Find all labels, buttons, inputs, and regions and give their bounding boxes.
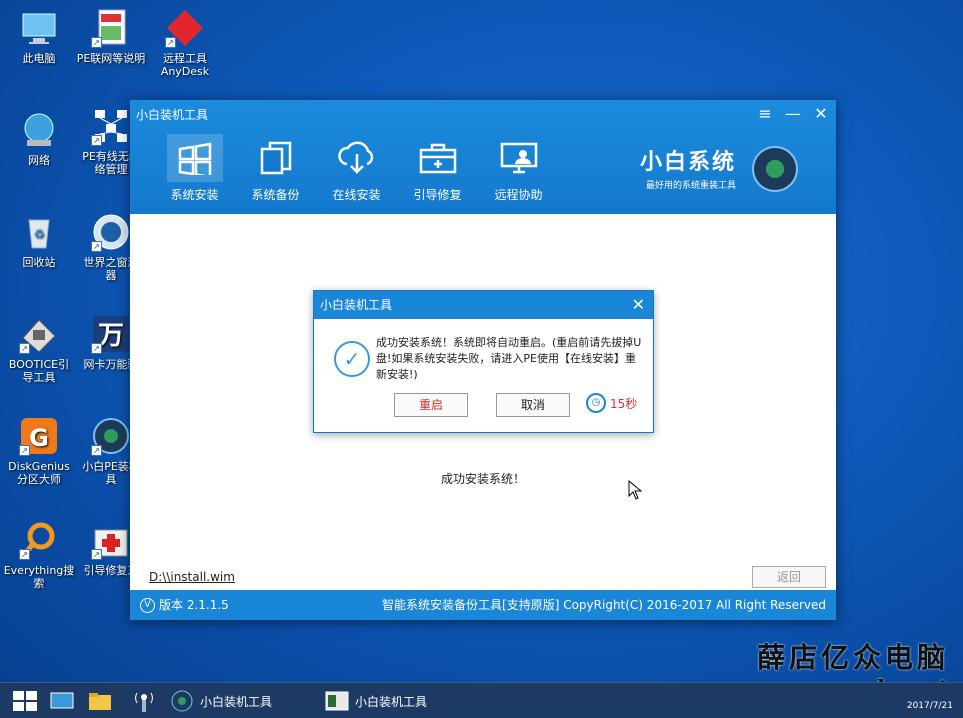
window-title: 小白装机工具 — [136, 108, 209, 122]
taskbar-item-label: 小白装机工具 — [355, 694, 428, 709]
xiaobai-logo-icon — [752, 146, 798, 192]
desktop-icon-pe-notes[interactable]: ↗ PE联网等说明 — [74, 8, 148, 65]
taskbar-item-xiaobai-tool[interactable]: 小白装机工具 — [170, 687, 272, 715]
desktop-icon-label: BOOTICE引 导工具 — [8, 358, 70, 384]
cancel-button[interactable]: 取消 — [496, 393, 570, 417]
dialog-titlebar: 小白装机工具 ✕ — [314, 291, 653, 319]
taskbar-item-xiaobai-tool-2[interactable]: 小白装机工具 — [325, 687, 427, 715]
menu-button[interactable]: ≡ — [756, 104, 774, 123]
image-path-link[interactable]: D:\\install.wim — [149, 570, 235, 584]
desktop-icon-recycle-bin[interactable]: ♻ 回收站 — [2, 212, 76, 269]
desktop-icon-label: 远程工具 AnyDesk — [160, 52, 210, 78]
desktop-icon-network[interactable]: 网络 — [2, 110, 76, 167]
clock-icon: ◷ — [586, 393, 606, 413]
xiaobai-logo-icon: ↗ — [91, 416, 131, 456]
bootice-disk-icon: ↗ — [19, 314, 59, 354]
xiaobai-logo-icon — [171, 690, 193, 712]
version-badge-icon: V — [140, 597, 155, 613]
browser-globe-icon: ↗ — [91, 212, 131, 252]
pdf-file-icon: ↗ — [91, 8, 131, 48]
magnifier-icon: ↗ — [19, 520, 59, 560]
taskbar: 小白装机工具 小白装机工具 2017/7/21 — [0, 682, 963, 718]
desktop-icon-label: 此电脑 — [22, 52, 56, 65]
countdown-text: 15秒 — [610, 396, 638, 411]
mouse-cursor-icon — [628, 479, 643, 504]
brand-subtitle: 最好用的系统重装工具 — [645, 181, 736, 191]
app-window-icon — [325, 691, 349, 711]
folder-icon — [89, 693, 111, 710]
computer-icon — [19, 8, 59, 48]
wan-driver-icon: 万 ↗ — [91, 314, 131, 354]
desktop-icon-diskgenius[interactable]: G ↗ DiskGenius 分区大师 — [2, 416, 76, 486]
wireless-signal-icon — [135, 692, 153, 712]
svg-text:♻: ♻ — [34, 227, 45, 241]
taskbar-item-label: 小白装机工具 — [200, 694, 273, 709]
back-button[interactable]: 返回 — [752, 566, 826, 588]
taskbar-network-button[interactable] — [132, 687, 156, 715]
cloud-download-icon — [329, 134, 385, 182]
window-controls: ≡ — ✕ — [756, 104, 830, 123]
diskgenius-icon: G ↗ — [19, 416, 59, 456]
desktop-icon-anydesk[interactable]: ↗ 远程工具 AnyDesk — [148, 8, 222, 78]
status-text: 成功安装系统！ — [440, 472, 525, 486]
desktop-icon-label: PE联网等说明 — [76, 52, 146, 65]
toolbox-icon — [410, 134, 466, 182]
brand-name: 小白系统 — [639, 150, 736, 175]
tab-remote-assist[interactable]: 远程协助 — [478, 128, 559, 202]
tab-label: 远程协助 — [494, 188, 543, 202]
watermark-title: 薛店亿众电脑 — [756, 641, 949, 674]
minimize-button[interactable]: — — [784, 104, 802, 123]
taskbar-desktop-button[interactable] — [50, 687, 74, 715]
desktop-icon-label: DiskGenius 分区大师 — [8, 460, 70, 486]
copy-icon — [248, 134, 304, 182]
recycle-bin-icon: ♻ — [19, 212, 59, 252]
anydesk-icon: ↗ — [165, 8, 205, 48]
taskbar-clock[interactable]: 2017/7/21 — [907, 701, 953, 711]
dialog-close-button[interactable]: ✕ — [632, 291, 645, 319]
dialog-message: 成功安装系统！系统即将自动重启。(重启前请先拔掉U盘!如果系统安装失败，请进入P… — [376, 336, 642, 381]
tab-system-backup[interactable]: 系统备份 — [235, 128, 316, 202]
window-footer: V 版本 2.1.1.5 智能系统安装备份工具[支持原版] CopyRight(… — [130, 590, 836, 620]
main-nav: 系统安装 系统备份 在线安装 引导修复 远程协助 — [154, 128, 559, 202]
svg-text:G: G — [29, 424, 49, 452]
version-info: V 版本 2.1.1.5 — [140, 590, 229, 620]
tab-boot-repair[interactable]: 引导修复 — [397, 128, 478, 202]
window-header: 小白装机工具 ≡ — ✕ 系统安装 系统备份 在线安装 引导修复 远程协助 小白… — [130, 100, 836, 214]
network-globe-icon — [19, 110, 59, 150]
tab-label: 引导修复 — [413, 188, 462, 202]
close-button[interactable]: ✕ — [812, 104, 830, 123]
tab-label: 在线安装 — [332, 188, 381, 202]
checkmark-icon: ✓ — [334, 341, 370, 377]
windows-icon — [166, 134, 223, 182]
start-button[interactable] — [10, 687, 40, 715]
tab-label: 系统备份 — [251, 188, 300, 202]
tab-system-install[interactable]: 系统安装 — [154, 128, 235, 202]
dialog-title: 小白装机工具 — [320, 298, 393, 312]
tab-online-install[interactable]: 在线安装 — [316, 128, 397, 202]
countdown: ◷ 15秒 — [586, 393, 637, 413]
first-aid-kit-icon: ↗ — [91, 520, 131, 560]
copyright-text: 智能系统安装备份工具[支持原版] CopyRight(C) 2016-2017 … — [382, 598, 826, 612]
desktop-icon-this-pc[interactable]: 此电脑 — [2, 8, 76, 65]
desktop-icon-label: 回收站 — [22, 256, 56, 269]
restart-button[interactable]: 重启 — [394, 393, 468, 417]
desktop-icon-label: 网络 — [28, 154, 50, 167]
taskbar-explorer-button[interactable] — [88, 687, 112, 715]
desktop-icon-label: Everything搜 索 — [3, 564, 75, 590]
remote-monitor-icon — [491, 134, 547, 182]
tab-label: 系统安装 — [170, 188, 219, 202]
brand: 小白系统 最好用的系统重装工具 — [640, 144, 736, 191]
desktop-icon-bootice[interactable]: ↗ BOOTICE引 导工具 — [2, 314, 76, 384]
restart-dialog: 小白装机工具 ✕ ✓ 成功安装系统！系统即将自动重启。(重启前请先拔掉U盘!如果… — [313, 290, 654, 433]
desktop-monitor-icon — [50, 692, 74, 709]
desktop-icon-everything[interactable]: ↗ Everything搜 索 — [2, 520, 76, 590]
network-topology-icon: ↗ — [91, 106, 131, 146]
version-text: 版本 2.1.1.5 — [159, 598, 229, 612]
